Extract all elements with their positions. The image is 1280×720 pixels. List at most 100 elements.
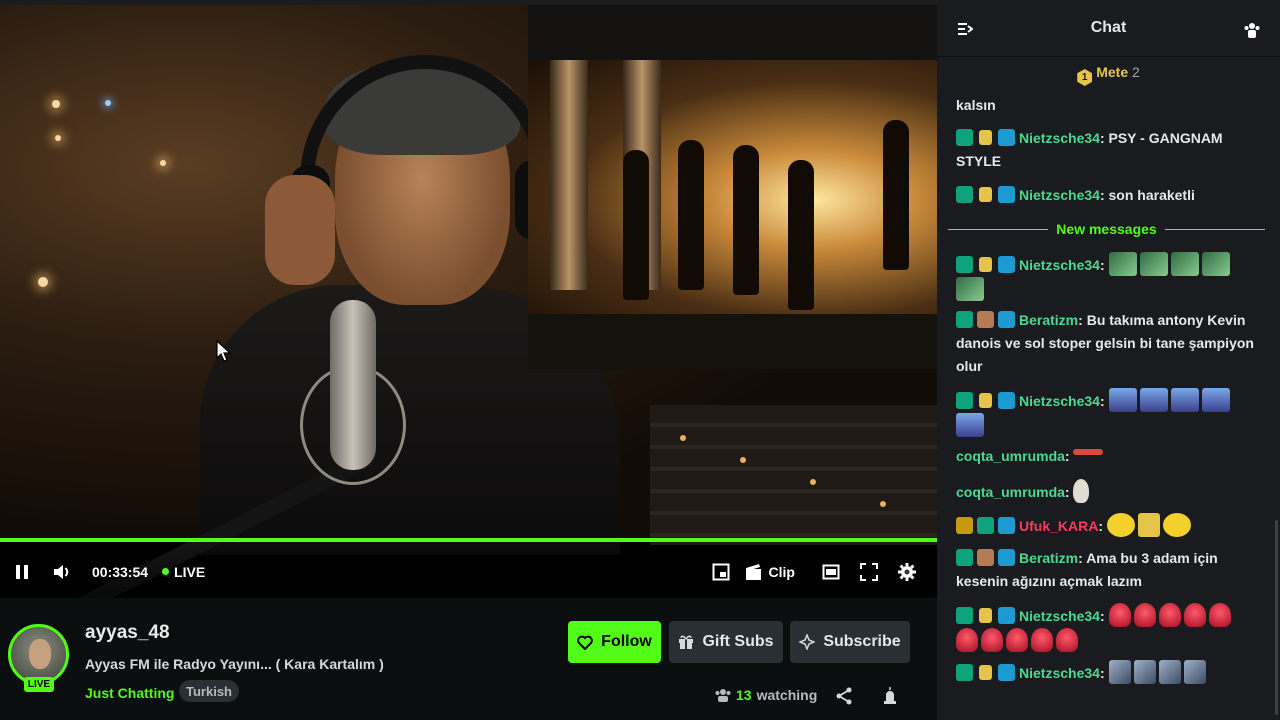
emote-icon (1108, 603, 1131, 627)
top-gifter[interactable]: 1 Mete 2 (937, 64, 1280, 86)
arrow-badge-icon (998, 311, 1015, 328)
emote-icon (956, 628, 978, 652)
rack-led (680, 435, 686, 441)
share-icon[interactable] (836, 687, 852, 705)
emote-icon (981, 628, 1003, 652)
chat-username[interactable]: Nietzsche34 (1019, 665, 1100, 681)
music-video-inset (528, 60, 937, 314)
pip-icon[interactable] (711, 562, 731, 582)
microphone (330, 300, 376, 470)
inset-dancer (788, 160, 814, 310)
chat-message: Beratizm: Ama bu 3 adam için kesenin ağı… (956, 549, 1218, 589)
chat-scrollbar[interactable] (1275, 520, 1278, 715)
theater-icon[interactable] (821, 562, 841, 582)
studio-light (52, 100, 60, 108)
chat-username[interactable]: Nietzsche34 (1019, 608, 1100, 624)
category-link[interactable]: Just Chatting (85, 685, 174, 701)
gift-subs-button[interactable]: Gift Subs (669, 621, 783, 663)
chat-message: Nietzsche34: son haraketli (956, 184, 1256, 207)
chat-message: Ufuk_KARA: (956, 513, 1256, 538)
clip-button[interactable]: Clip (745, 563, 795, 581)
avatar[interactable] (8, 624, 69, 685)
live-dot (162, 568, 170, 575)
clip-label: Clip (768, 563, 795, 580)
chat-message: coqta_umrumda: (956, 445, 1256, 468)
emote-icon (956, 277, 984, 301)
chat-username[interactable]: Nietzsche34 (1019, 187, 1100, 203)
emote-icon (1201, 252, 1230, 276)
chat-username[interactable]: Ufuk_KARA (1019, 518, 1098, 534)
emote-icon (1108, 660, 1131, 684)
chat-username[interactable]: coqta_umrumda (956, 448, 1065, 464)
message-text: kalsın (956, 97, 996, 113)
new-messages-label: New messages (1056, 221, 1157, 237)
gift-label: Gift Subs (702, 633, 774, 650)
chat-message: Nietzsche34: PSY - GANGNAM STYLE (956, 129, 1223, 169)
chat-username[interactable]: Nietzsche34 (1019, 257, 1100, 273)
top-gifter-count: 2 (1132, 64, 1140, 80)
stream-title: Ayyas FM ile Radyo Yayını... ( Kara Kart… (85, 656, 384, 672)
inset-dancer (678, 140, 704, 290)
mouse-cursor-icon (216, 340, 232, 362)
clip-icon (745, 563, 761, 580)
studio-rack (650, 405, 937, 545)
emote-icon (1073, 479, 1090, 503)
chat-users-icon[interactable] (1244, 22, 1260, 38)
avatar-face (29, 639, 51, 669)
live-indicator[interactable]: LIVE (174, 564, 205, 580)
chat-username[interactable]: Beratizm (1019, 550, 1078, 566)
rack-led (810, 479, 816, 485)
subscribe-button[interactable]: Subscribe (790, 621, 910, 663)
channel-name[interactable]: ayyas_48 (85, 622, 170, 644)
emote-icon (1133, 660, 1156, 684)
follow-button[interactable]: Follow (568, 621, 661, 663)
new-messages-divider[interactable]: New messages (948, 220, 1265, 238)
arrow-badge-icon (998, 186, 1015, 203)
studio-light (38, 277, 48, 287)
chat-username[interactable]: Beratizm (1019, 312, 1078, 328)
emote-icon (1133, 603, 1156, 627)
chat-username[interactable]: Nietzsche34 (1019, 393, 1100, 409)
emote-icon (1056, 628, 1078, 652)
studio-light (105, 100, 111, 106)
progress-bar[interactable] (0, 538, 937, 542)
divider-line (1164, 228, 1265, 230)
message-text: son haraketli (1108, 187, 1195, 203)
report-icon[interactable] (882, 687, 898, 705)
inset-column (550, 60, 588, 290)
emote-icon (1108, 388, 1137, 412)
language-tag[interactable]: Turkish (179, 680, 239, 702)
emote-icon (1170, 388, 1199, 412)
streamer-hand (265, 175, 335, 285)
chat-message: Nietzsche34: (956, 660, 1256, 685)
chat-username[interactable]: Nietzsche34 (1019, 130, 1100, 146)
message-text: Ama bu 3 adam için kesenin ağızını açmak… (956, 550, 1218, 589)
pause-icon[interactable] (12, 562, 32, 582)
beer-badge-icon (977, 607, 994, 624)
og-badge-icon (956, 664, 973, 681)
inset-frame-bottom (528, 314, 937, 369)
gear-icon[interactable] (897, 562, 917, 582)
rack-led (740, 457, 746, 463)
og-badge-icon (977, 517, 994, 534)
video-player[interactable]: 00:33:54 LIVE Clip (0, 0, 937, 598)
emote-icon (1108, 252, 1137, 276)
progress-fill (0, 538, 937, 542)
beer-badge-icon (977, 186, 994, 203)
arrow-badge-icon (998, 664, 1015, 681)
chat-username[interactable]: coqta_umrumda (956, 484, 1065, 500)
viewer-count: 13 watching (715, 687, 817, 703)
inset-dancer (883, 120, 909, 270)
chat-message: coqta_umrumda: (956, 479, 1256, 504)
time-elapsed: 00:33:54 (92, 563, 149, 580)
viewer-count-number: 13 (736, 687, 752, 703)
volume-icon[interactable] (52, 562, 72, 582)
chat-message: Beratizm: Bu takıma antony Kevin danois … (956, 311, 1254, 374)
collapse-chat-icon[interactable] (957, 22, 973, 36)
chat-header: Chat (937, 0, 1280, 57)
beer-badge-icon (977, 664, 994, 681)
chat-panel: Chat 1 Mete 2 kalsın Nietzsche34: PSY - G… (937, 0, 1280, 720)
fullscreen-icon[interactable] (859, 562, 879, 582)
subscribe-label: Subscribe (823, 633, 901, 650)
emote-icon (1183, 603, 1206, 627)
